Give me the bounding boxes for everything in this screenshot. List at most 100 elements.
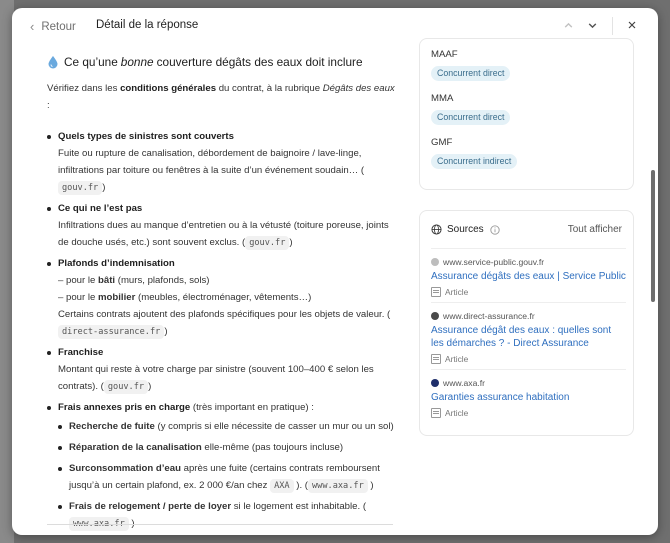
item-bold: mobilier: [98, 292, 136, 303]
competitors-card: MAAF Concurrent direct MMA Concurrent di…: [419, 38, 634, 190]
item-title: Ce qui ne l’est pas: [58, 203, 143, 214]
scrollbar-thumb[interactable]: [651, 170, 655, 302]
globe-icon: [431, 224, 442, 235]
response-detail-window: ‹ Retour Détail de la réponse Ce qu’une …: [12, 8, 658, 535]
show-all-link[interactable]: Tout afficher: [568, 224, 622, 235]
sub-list-item: Surconsommation d’eau après une fuite (c…: [58, 460, 397, 494]
side-panel: MAAF Concurrent direct MMA Concurrent di…: [411, 38, 658, 535]
sub-list-item: Recherche de fuite (y compris si elle né…: [58, 418, 397, 435]
answer-pane[interactable]: Ce qu’une bonne couverture dégâts des ea…: [12, 44, 410, 535]
item-text: ): [289, 237, 293, 248]
next-button[interactable]: [583, 16, 601, 34]
source-chip[interactable]: gouv.fr: [245, 236, 290, 250]
list-item: Plafonds d’indemnisation – pour le bâti …: [47, 255, 397, 340]
source-type: Article: [431, 408, 626, 418]
item-text: Infiltrations dues au manque d’entretien…: [58, 220, 389, 248]
intro-text: Vérifiez dans les: [47, 83, 121, 94]
item-text: Certains contrats ajoutent des plafonds …: [58, 309, 391, 320]
list-item: Quels types de sinistres sont couverts F…: [47, 128, 397, 196]
source-link[interactable]: Assurance dégâts des eaux | Service Publ…: [431, 270, 626, 283]
previous-button[interactable]: [559, 16, 577, 34]
competitor-badge: Concurrent direct: [431, 110, 511, 125]
item-text: (très important en pratique) :: [190, 402, 314, 413]
page-title: Détail de la réponse: [96, 19, 199, 31]
source-chip[interactable]: direct-assurance.fr: [58, 325, 165, 339]
chevron-left-icon: ‹: [30, 19, 35, 34]
sources-header: Sources: [431, 224, 500, 235]
divider: [431, 302, 626, 303]
item-text: ): [148, 381, 152, 392]
item-text: – pour le: [58, 275, 99, 286]
competitor-name: MAAF: [431, 49, 458, 60]
favicon-icon: [431, 312, 439, 320]
item-title: Franchise: [58, 347, 104, 358]
intro-italic: Dégâts des eaux: [322, 83, 395, 94]
intro-text: du contrat, à la rubrique: [216, 83, 323, 94]
coverage-list: Quels types de sinistres sont couverts F…: [47, 128, 397, 532]
close-icon: [628, 21, 636, 29]
intro-paragraph: Vérifiez dans les conditions générales d…: [47, 80, 397, 114]
sub-item-title: Réparation de la canalisation: [69, 442, 202, 453]
item-text: Fuite ou rupture de canalisation, débord…: [58, 148, 365, 176]
competitor-name: GMF: [431, 137, 453, 148]
article-icon: [431, 287, 441, 297]
source-type-label: Article: [445, 287, 469, 297]
sub-item-text: (y compris si elle nécessite de casser u…: [154, 421, 394, 432]
source-domain-row: www.service-public.gouv.fr: [431, 256, 626, 268]
source-type: Article: [431, 287, 626, 297]
source-link[interactable]: Garanties assurance habitation: [431, 391, 626, 404]
item-title: Frais annexes pris en charge: [58, 402, 191, 413]
favicon-icon: [431, 258, 439, 266]
heading-suffix: couverture dégâts des eaux doit inclure: [156, 54, 363, 69]
answer-content: Ce qu’une bonne couverture dégâts des ea…: [47, 52, 397, 535]
item-line: – pour le mobilier (meubles, électroména…: [58, 289, 397, 306]
sub-item-text: elle-même (pas toujours incluse): [201, 442, 344, 453]
source-domain-row: www.direct-assurance.fr: [431, 310, 626, 322]
source-type-label: Article: [445, 354, 469, 364]
source-chip[interactable]: gouv.fr: [103, 380, 149, 394]
heading-emphasis: bonne: [120, 54, 154, 69]
intro-bold: conditions générales: [120, 83, 217, 94]
article-icon: [431, 354, 441, 364]
section-heading: Ce qu’une bonne couverture dégâts des ea…: [47, 52, 397, 72]
source-link[interactable]: Assurance dégât des eaux : quelles sont …: [431, 324, 626, 350]
source-chip[interactable]: gouv.fr: [58, 181, 103, 195]
chevron-up-icon: [564, 22, 572, 28]
info-icon[interactable]: [490, 224, 500, 235]
sub-list-item: Réparation de la canalisation elle-même …: [58, 439, 397, 456]
source-domain: www.service-public.gouv.fr: [443, 257, 545, 267]
item-text: – pour le: [58, 292, 99, 303]
source-item[interactable]: www.direct-assurance.fr Assurance dégât …: [431, 310, 626, 364]
toolbar-divider: [612, 17, 613, 35]
source-domain: www.axa.fr: [443, 378, 486, 388]
list-item: Frais annexes pris en charge (très impor…: [47, 399, 397, 532]
sub-item-text: ): [367, 480, 374, 491]
item-text: (meubles, électroménager, vêtements…): [135, 292, 312, 303]
intro-text: :: [47, 100, 50, 111]
back-label: Retour: [41, 20, 76, 33]
source-chip[interactable]: AXA: [270, 479, 294, 493]
item-line: – pour le bâti (murs, plafonds, sols): [58, 272, 397, 289]
heading-prefix: Ce qu’une: [64, 54, 118, 69]
back-button[interactable]: ‹ Retour: [30, 19, 76, 34]
source-item[interactable]: www.service-public.gouv.fr Assurance dég…: [431, 256, 626, 297]
favicon-icon: [431, 379, 439, 387]
sub-item-text: ). (: [293, 480, 308, 491]
sub-list: Recherche de fuite (y compris si elle né…: [58, 418, 397, 532]
source-domain: www.direct-assurance.fr: [443, 311, 535, 321]
source-chip[interactable]: www.axa.fr: [308, 479, 368, 493]
item-title: Quels types de sinistres sont couverts: [58, 131, 234, 142]
list-item: Ce qui ne l’est pas Infiltrations dues a…: [47, 200, 397, 251]
sub-item-title: Surconsommation d’eau: [69, 463, 181, 474]
source-type: Article: [431, 354, 626, 364]
sub-list-item: Frais de relogement / perte de loyer si …: [58, 498, 397, 532]
list-item: Franchise Montant qui reste à votre char…: [47, 344, 397, 395]
close-button[interactable]: [623, 16, 641, 34]
source-item[interactable]: www.axa.fr Garanties assurance habitatio…: [431, 377, 626, 418]
competitor-badge: Concurrent direct: [431, 66, 511, 81]
sources-title: Sources: [447, 224, 484, 235]
article-icon: [431, 408, 441, 418]
sources-card: Sources Tout afficher www.service-public…: [419, 210, 634, 436]
divider: [431, 369, 626, 370]
content-divider: [47, 524, 393, 525]
